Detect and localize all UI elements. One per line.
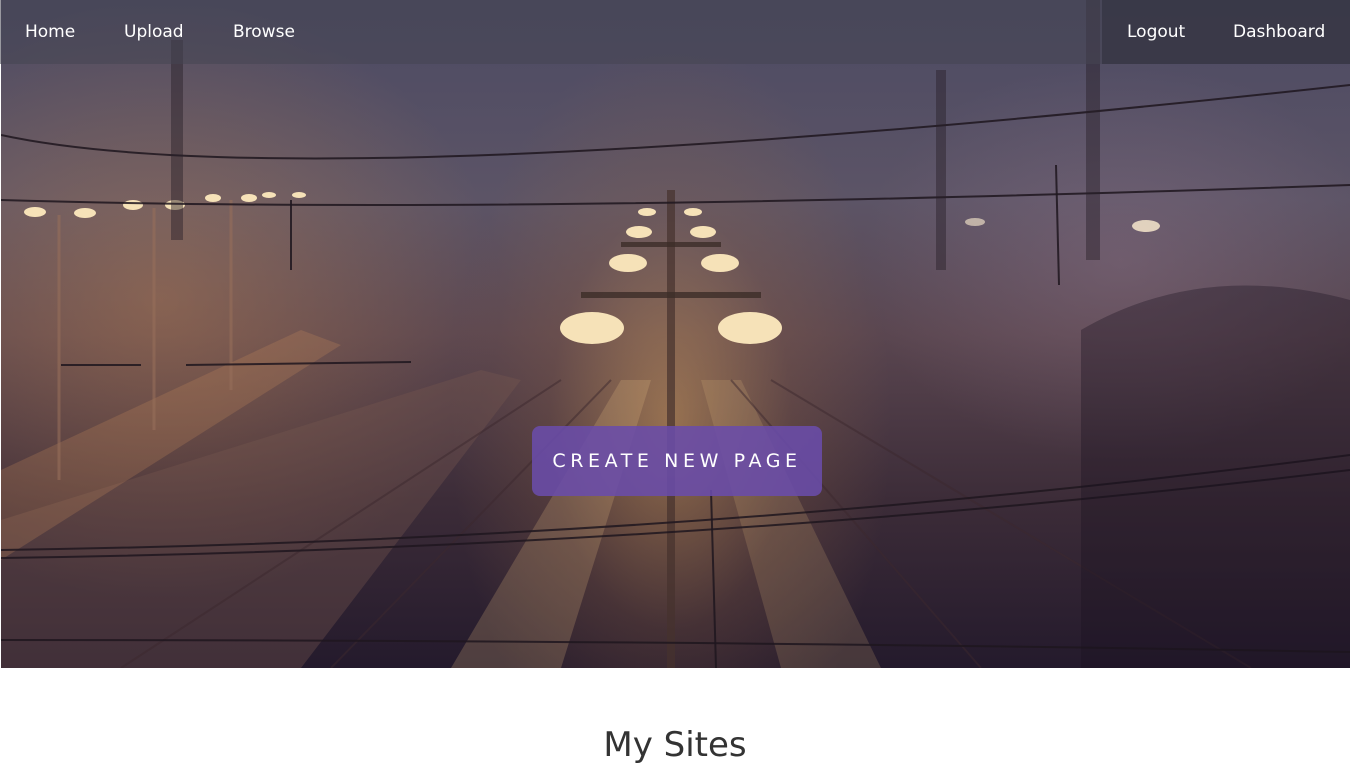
- top-navbar: Home Upload Browse Logout Dashboard: [0, 0, 1350, 64]
- hero-banner: CREATE NEW PAGE: [1, 0, 1350, 668]
- my-sites-heading: My Sites: [603, 725, 747, 765]
- nav-logout-link[interactable]: Logout: [1127, 20, 1185, 44]
- nav-browse-link[interactable]: Browse: [233, 20, 295, 44]
- create-new-page-button[interactable]: CREATE NEW PAGE: [532, 426, 822, 496]
- nav-upload-link[interactable]: Upload: [124, 20, 184, 44]
- hero-background-photo: [1, 0, 1350, 668]
- nav-dashboard-link[interactable]: Dashboard: [1233, 20, 1325, 44]
- nav-home-link[interactable]: Home: [25, 20, 75, 44]
